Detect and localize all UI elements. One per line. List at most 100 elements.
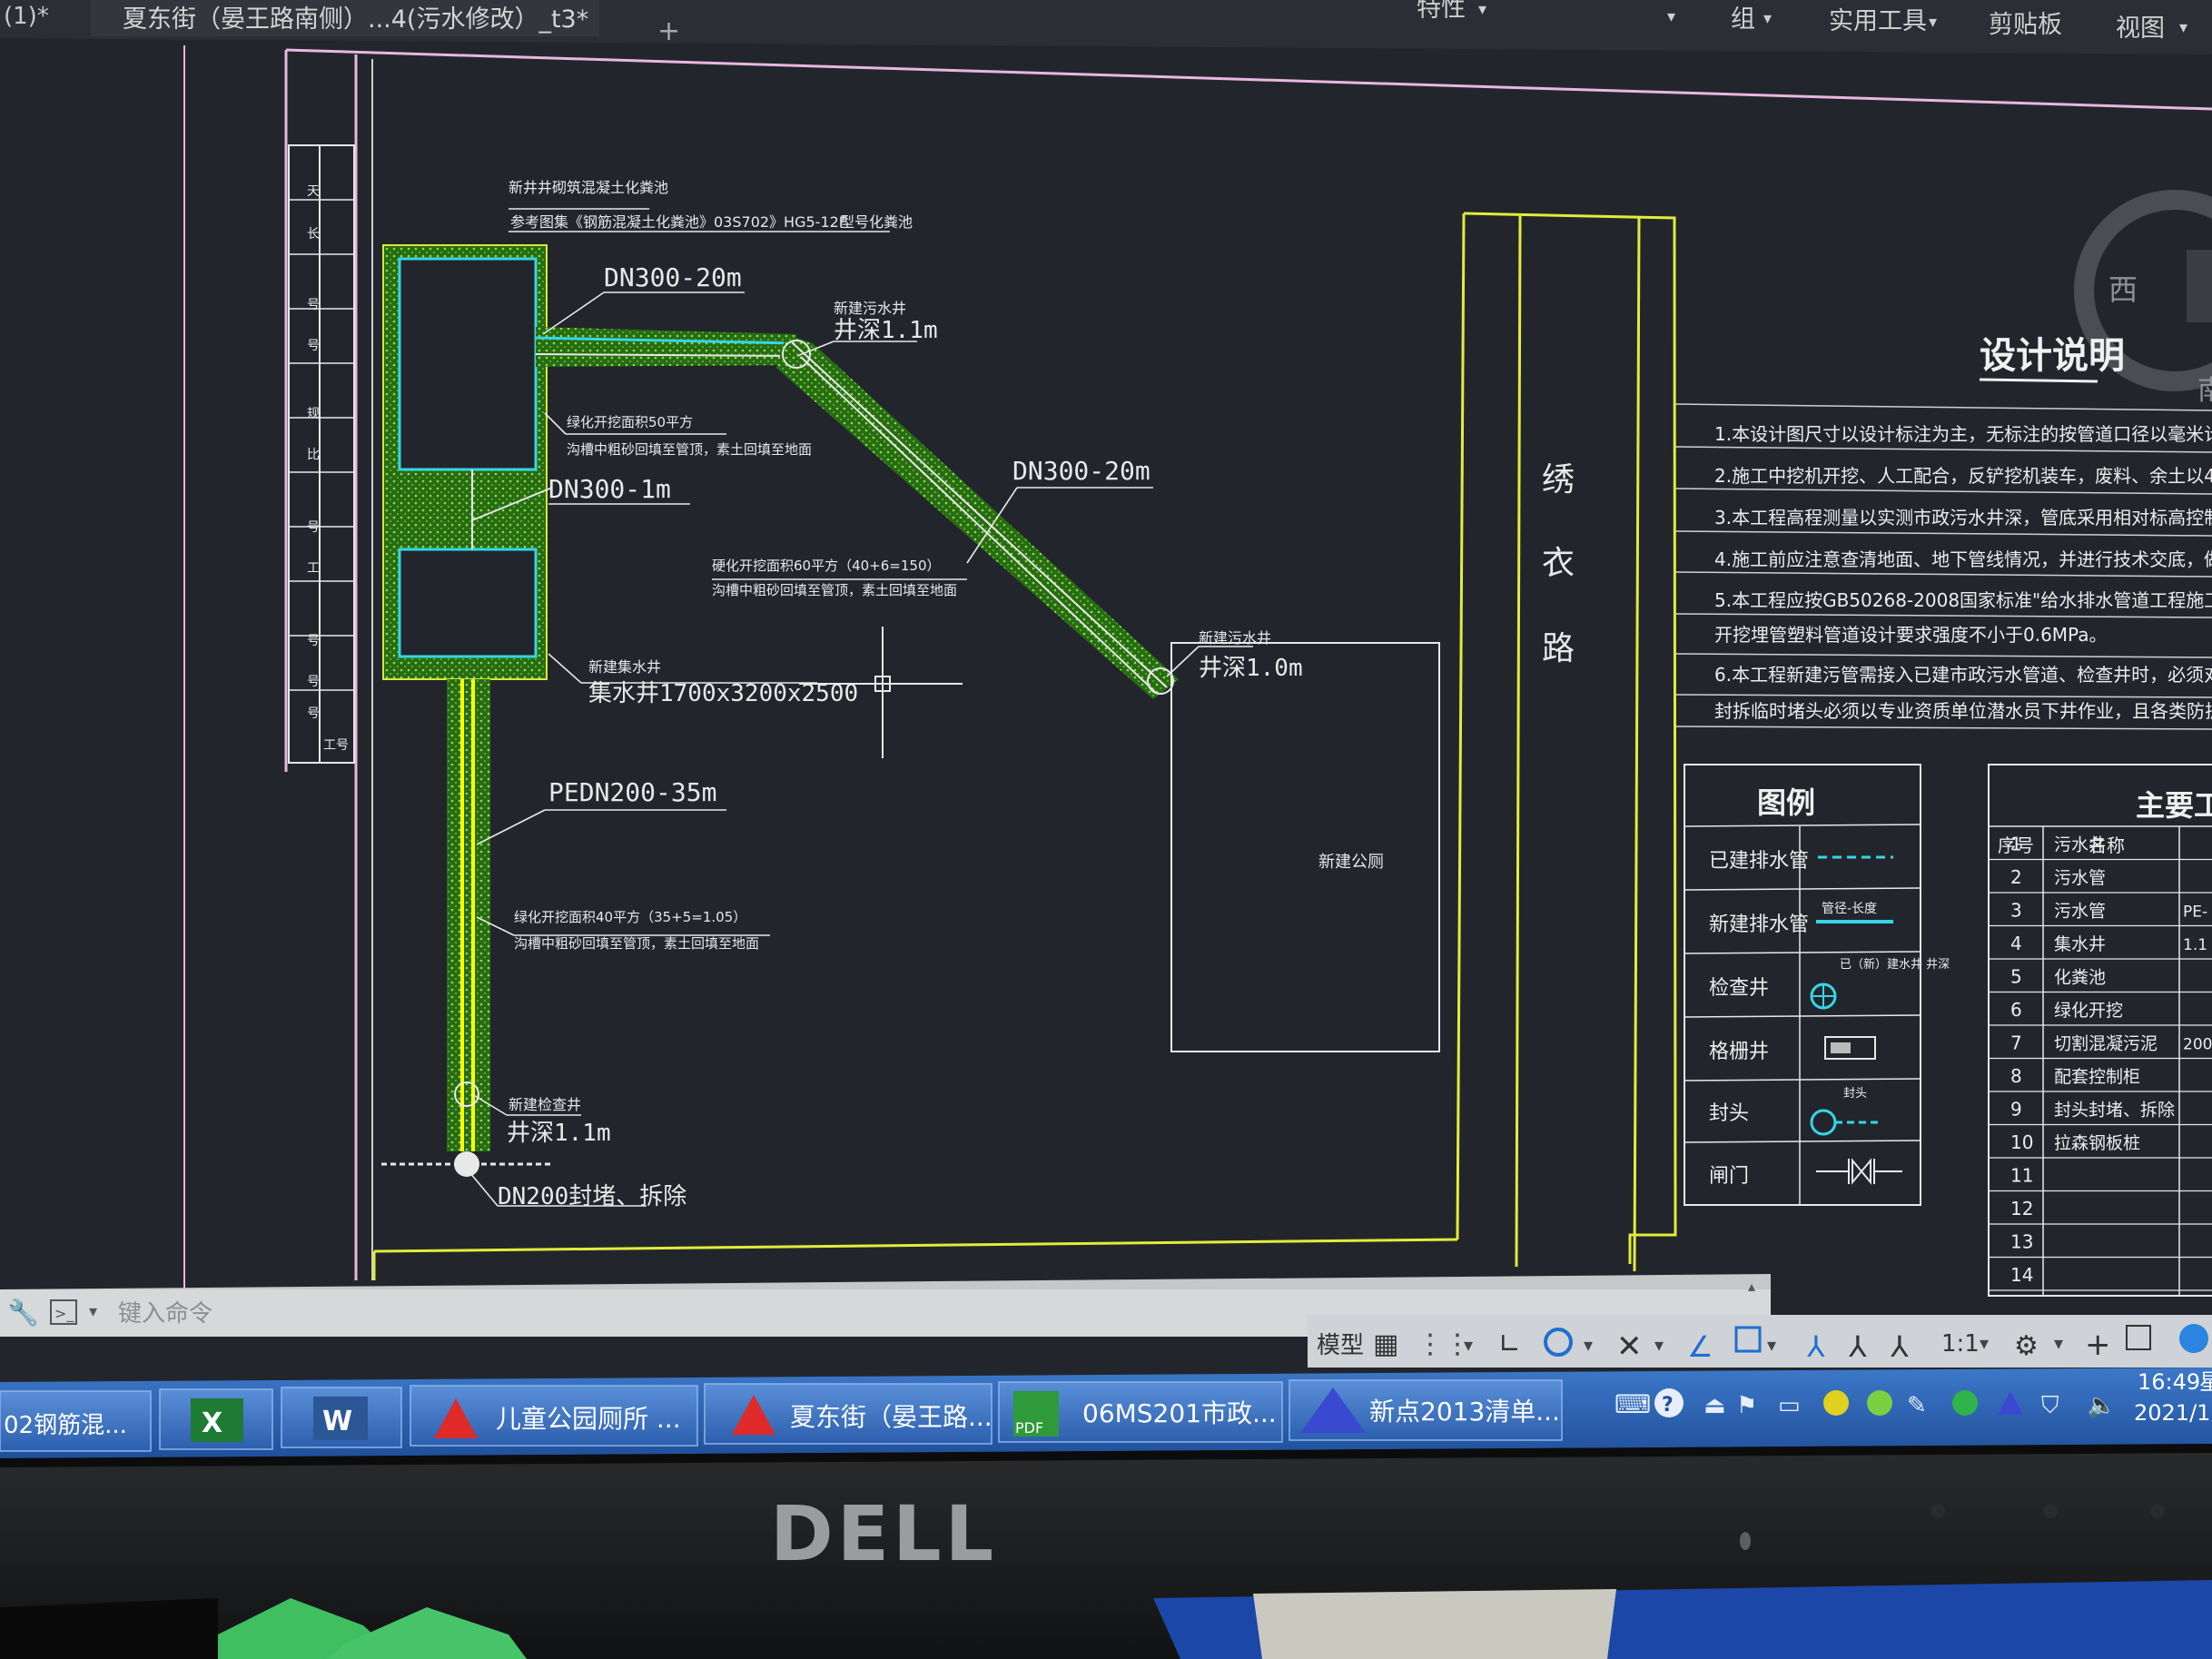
- chevron-down-icon[interactable]: ▾: [1763, 9, 1772, 28]
- design-note-item: 6.本工程新建污管需接入已建市政污水管道、检查井时，必须对上下: [1714, 664, 2212, 686]
- legend-row-note: 已（新）建水井 井深: [1840, 957, 1950, 972]
- manhole-depth: 井深1.1m: [834, 317, 938, 344]
- annotation-scale-icon[interactable]: ⅄: [1890, 1329, 1909, 1364]
- legend-row-name: 格栅井: [1709, 1041, 1769, 1063]
- tab-doc-1[interactable]: (1)*: [4, 3, 49, 30]
- ribbon-utilities[interactable]: 实用工具: [1829, 7, 1927, 35]
- viewcube-west[interactable]: 西: [2108, 272, 2138, 307]
- legend-row-name: 检查井: [1709, 977, 1769, 1000]
- legend-row-name: 已建排水管: [1709, 850, 1809, 873]
- table-cell-no: 4: [2010, 933, 2022, 954]
- ribbon-group[interactable]: 组: [1731, 5, 1755, 34]
- clock-date[interactable]: 2021/11: [2134, 1400, 2212, 1426]
- chevron-down-icon[interactable]: ▾: [1980, 1332, 1989, 1354]
- strip-label: 号: [307, 675, 320, 689]
- plus-icon[interactable]: +: [2085, 1327, 2111, 1363]
- strip-label: 工: [307, 561, 320, 576]
- chevron-up-icon[interactable]: ▴: [1748, 1278, 1755, 1295]
- wrench-icon[interactable]: 🔧: [7, 1297, 39, 1328]
- design-note-item: 1.本设计图尺寸以设计标注为主，无标注的按管道口径以毫米计算: [1714, 423, 2212, 445]
- annotation-scale[interactable]: 1:1: [1941, 1330, 1980, 1358]
- strip-label: 比: [307, 448, 320, 462]
- strip-label: 规: [307, 407, 320, 421]
- trench-note: 硬化开挖面积60平方（40+6=150）: [712, 558, 941, 574]
- legend-row-name: 闸门: [1709, 1165, 1749, 1188]
- strip-label: 天: [307, 184, 320, 199]
- tray-app-icon[interactable]: [1823, 1390, 1849, 1416]
- legend-row-note: 封头: [1843, 1087, 1867, 1101]
- trench-note: 沟槽中粗砂回填至管顶，素土回填至地面: [712, 582, 957, 598]
- table-cell-spec: 200: [2183, 1036, 2212, 1054]
- trench-note: 沟槽中粗砂回填至管顶，素土回填至地面: [567, 441, 812, 458]
- new-tab-button[interactable]: +: [657, 15, 680, 47]
- chevron-down-icon[interactable]: ▾: [2179, 18, 2187, 37]
- legend-row-note: 管径-长度: [1822, 902, 1877, 916]
- monitor-icon[interactable]: ▭: [1778, 1392, 1801, 1419]
- design-note-item: 封拆临时堵头必须以专业资质单位潜水员下井作业，且各类防护措施: [1714, 700, 2212, 722]
- road-name-char: 路: [1542, 630, 1575, 667]
- isolate-icon[interactable]: [2179, 1324, 2208, 1353]
- table-cell-name: 化粪池: [2054, 968, 2106, 988]
- design-note-item: 4.施工前应注意查清地面、地下管线情况，并进行技术交底，做好: [1714, 548, 2212, 570]
- annotation-monitor-icon[interactable]: ⅄: [1806, 1329, 1825, 1364]
- clock-time[interactable]: 16:49: [2138, 1369, 2200, 1395]
- table-cell-name: 污水管: [2054, 868, 2106, 888]
- chevron-down-icon[interactable]: ▾: [1584, 1334, 1593, 1356]
- tray-app-icon[interactable]: ✎: [1907, 1392, 1927, 1419]
- chevron-down-icon[interactable]: ▾: [1464, 1334, 1473, 1356]
- wechat-icon[interactable]: [1952, 1390, 1978, 1416]
- taskbar-item-label: 夏东街（晏王路...: [790, 1402, 992, 1432]
- table-cell-no: 5: [2010, 966, 2022, 988]
- shield-icon[interactable]: ⛉: [2041, 1392, 2059, 1419]
- model-tab[interactable]: 模型: [1317, 1332, 1364, 1359]
- command-input[interactable]: 键入命令: [118, 1300, 212, 1328]
- chevron-down-icon[interactable]: ▾: [1929, 13, 1937, 32]
- tray-app-icon[interactable]: [1867, 1390, 1892, 1416]
- table-cell-name: 污水管: [2054, 902, 2106, 922]
- chevron-down-icon[interactable]: ▾: [1654, 1334, 1664, 1356]
- flag-icon[interactable]: ⚑: [1736, 1392, 1757, 1419]
- taskbar-item-label: 02钢筋混...: [4, 1412, 127, 1439]
- snap-icon[interactable]: ⋮⋮: [1417, 1328, 1471, 1360]
- table-cell-no: 3: [2010, 900, 2022, 922]
- viewcube-south[interactable]: 南: [2197, 375, 2212, 407]
- table-cell-spec: PE-: [2183, 904, 2207, 922]
- keyboard-icon[interactable]: ⌨: [1615, 1389, 1651, 1419]
- usb-icon[interactable]: ⏏: [1703, 1392, 1726, 1419]
- ribbon-view[interactable]: 视图: [2116, 15, 2165, 43]
- annotation-visibility-icon[interactable]: ⅄: [1848, 1329, 1867, 1364]
- manhole-depth: 井深1.0m: [1199, 655, 1303, 682]
- table-cell-name: 集水井: [2054, 934, 2106, 954]
- table-cell-name: 封头封堵、拆除: [2054, 1101, 2175, 1121]
- table-cell-no: 2: [2010, 866, 2022, 888]
- manhole-depth: 井深1.1m: [507, 1120, 611, 1147]
- ortho-icon[interactable]: ∟: [1498, 1328, 1521, 1360]
- ribbon-properties[interactable]: 特性: [1417, 0, 1466, 23]
- taskbar-item-label: 06MS201市政...: [1082, 1398, 1277, 1428]
- design-note-item: 2.施工中挖机开挖、人工配合，反铲挖机装车，废料、余土以4t卡车: [1714, 465, 2212, 487]
- chevron-down-icon[interactable]: ▾: [1478, 0, 1486, 19]
- volume-icon[interactable]: 🔈: [2087, 1392, 2116, 1419]
- chevron-down-icon[interactable]: ▾: [2054, 1332, 2063, 1354]
- tab-doc-2[interactable]: 夏东街（晏王路南侧）...4(污水修改）_t3*: [123, 5, 588, 34]
- status-bar: 模型 ▦ ⋮⋮ ▾ ∟ ▾ ✕ ▾ ∠ ▾ ⅄ ⅄ ⅄ 1:1 ▾ ⚙ ▾ +: [1308, 1315, 2212, 1368]
- chevron-down-icon[interactable]: ▾: [89, 1302, 97, 1321]
- chevron-down-icon[interactable]: ▾: [1667, 7, 1675, 26]
- table-cell-no: 7: [2010, 1032, 2022, 1054]
- tank-label: 新建集水井: [588, 658, 661, 676]
- table-cell-name: 切割混凝污泥: [2054, 1034, 2158, 1054]
- road-name-char: 衣: [1542, 545, 1575, 582]
- strip-label: 号: [307, 706, 320, 721]
- legend-row-name: 新建排水管: [1709, 913, 1809, 936]
- strip-label: 号: [307, 634, 320, 648]
- ribbon-clipboard[interactable]: 剪贴板: [1989, 11, 2062, 39]
- strip-label: 号: [307, 520, 320, 535]
- otrack-icon[interactable]: ∠: [1687, 1329, 1713, 1364]
- pipe-label: DN300-1m: [548, 474, 671, 504]
- gear-icon[interactable]: ⚙: [2014, 1330, 2039, 1362]
- osnap-icon[interactable]: ✕: [1616, 1328, 1643, 1365]
- taskbar-item-label: 儿童公园厕所 ...: [496, 1404, 681, 1434]
- grid-icon[interactable]: ▦: [1373, 1328, 1398, 1360]
- table-cell-name: 绿化开挖: [2054, 1001, 2123, 1021]
- chevron-down-icon[interactable]: ▾: [1767, 1334, 1776, 1356]
